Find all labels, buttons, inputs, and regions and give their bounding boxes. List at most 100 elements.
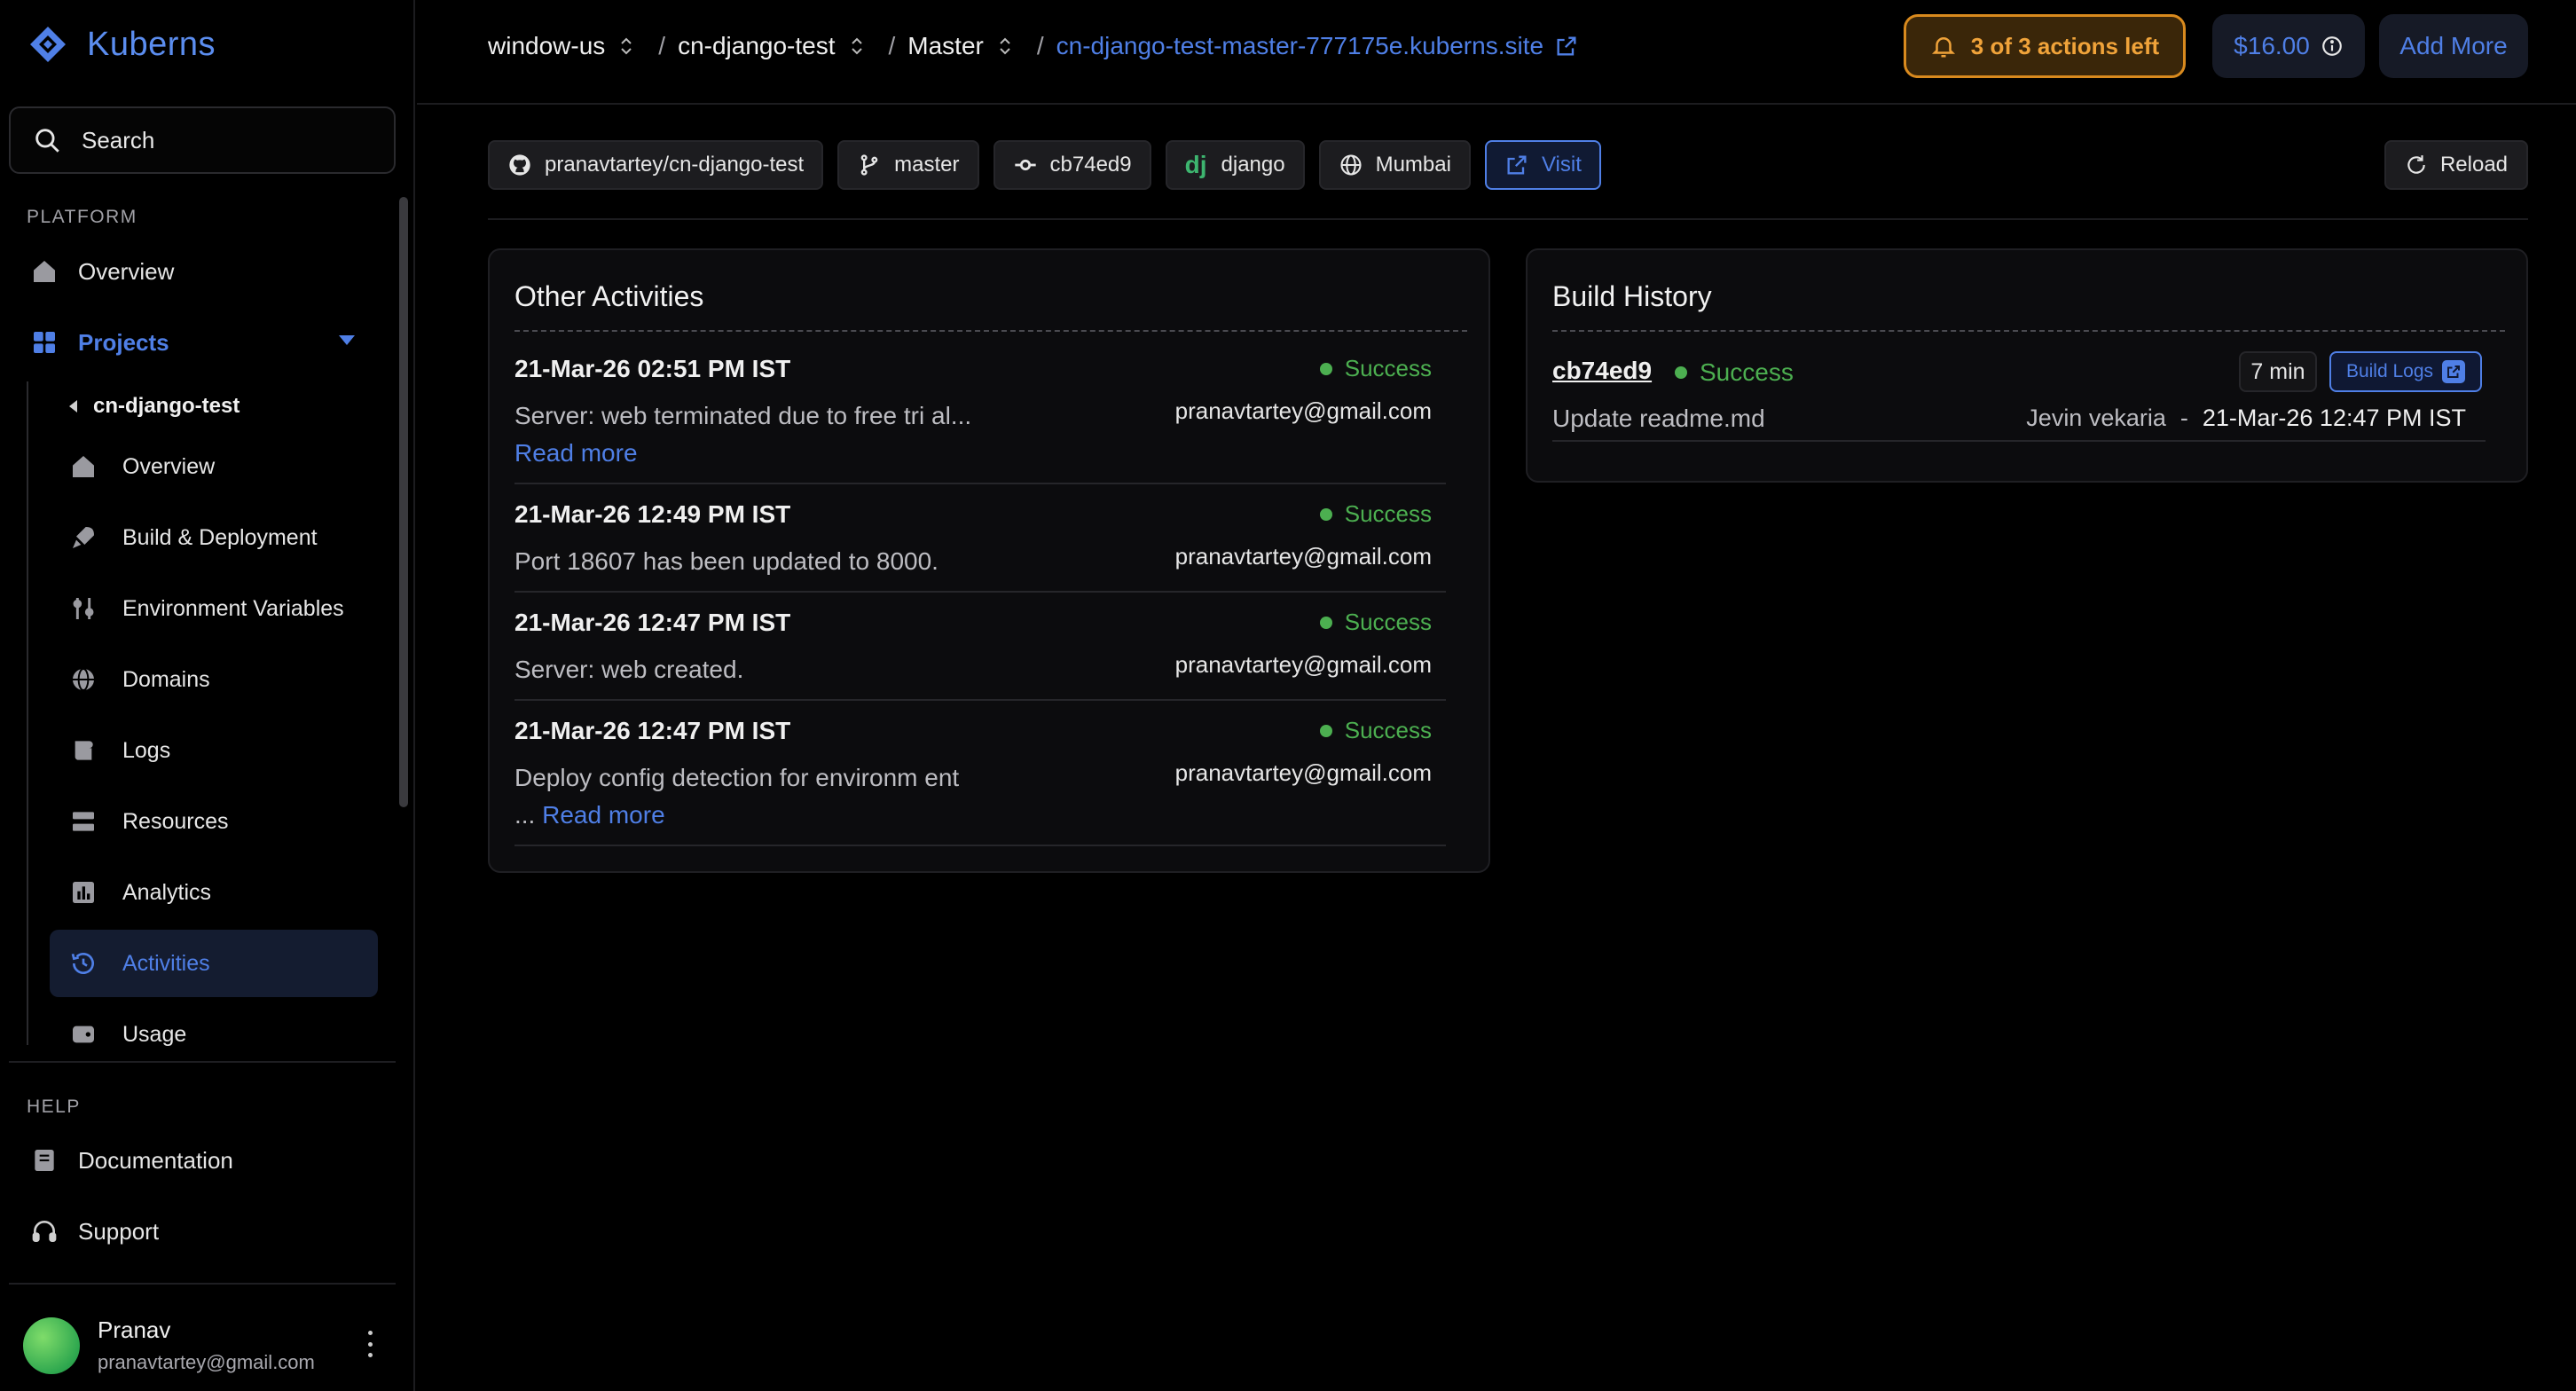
sidebar-item-label: Build & Deployment	[122, 524, 318, 550]
add-more-button[interactable]: Add More	[2379, 14, 2528, 78]
book-icon	[35, 1150, 54, 1171]
repo-chip[interactable]: pranavtartey/cn-django-test	[488, 140, 824, 190]
wallet-icon	[73, 1026, 94, 1043]
activity-date: 21-Mar-26 12:49 PM IST	[514, 500, 791, 528]
actions-left-label: 3 of 3 actions left	[1970, 32, 2160, 59]
user-profile[interactable]: Pranav pranavtartey@gmail.com	[23, 1316, 315, 1374]
django-icon: dj	[1184, 151, 1207, 178]
sidebar-item-domains[interactable]: Domains	[67, 664, 210, 696]
brand[interactable]: Kuberns	[28, 25, 216, 64]
activity-item: 21-Mar-26 12:47 PM IST Server: web creat…	[514, 609, 1446, 701]
sidebar-item-label: Overview	[122, 453, 216, 479]
sidebar-item-label: Usage	[122, 1021, 187, 1047]
breadcrumb-project[interactable]: cn-django-test	[678, 32, 863, 60]
read-more-link[interactable]: Read more	[514, 439, 638, 467]
sidebar-item-build-deployment[interactable]: Build & Deployment	[67, 522, 318, 554]
other-activities-card: Other Activities 21-Mar-26 02:51 PM IST …	[488, 248, 1490, 873]
credit-amount: $16.00	[2234, 32, 2310, 59]
build-commit-link[interactable]: cb74ed9	[1552, 357, 1652, 385]
chevron-down-icon[interactable]	[339, 335, 355, 345]
sidebar-item-label: Support	[78, 1217, 160, 1245]
credit-balance[interactable]: $16.00	[2212, 14, 2365, 78]
commit-label: cb74ed9	[1049, 153, 1132, 177]
visit-label: Visit	[1541, 153, 1582, 177]
divider	[9, 1061, 396, 1063]
logs-icon	[75, 741, 93, 760]
breadcrumb-workspace[interactable]: window-us	[488, 32, 633, 60]
build-logs-button[interactable]: Build Logs	[2329, 351, 2482, 392]
branch-label: master	[894, 153, 960, 177]
search-input[interactable]: Search	[9, 106, 396, 174]
chevron-left-icon	[69, 400, 77, 413]
chevrons-up-down-icon	[1000, 37, 1010, 55]
sidebar-item-projects[interactable]: Projects	[28, 326, 169, 358]
external-link-icon	[1557, 36, 1576, 56]
grid-icon	[34, 332, 55, 353]
branch-chip[interactable]: master	[837, 140, 979, 190]
breadcrumb-separator: /	[888, 32, 896, 59]
commit-chip[interactable]: cb74ed9	[993, 140, 1151, 190]
activity-date: 21-Mar-26 12:47 PM IST	[514, 609, 791, 636]
git-commit-icon	[1014, 159, 1036, 171]
divider	[9, 1283, 396, 1285]
globe-icon	[1340, 154, 1362, 176]
sidebar-item-support[interactable]: Support	[28, 1215, 159, 1247]
avatar	[23, 1316, 80, 1374]
sidebar-item-project-overview[interactable]: Overview	[67, 451, 215, 483]
breadcrumb-label: window-us	[488, 32, 606, 59]
framework-chip[interactable]: dj django	[1165, 140, 1305, 190]
sidebar-item-analytics[interactable]: Analytics	[67, 876, 211, 908]
sidebar-item-documentation[interactable]: Documentation	[28, 1144, 233, 1176]
tree-line	[27, 381, 28, 1045]
sidebar-scrollbar[interactable]	[399, 197, 408, 807]
reload-button[interactable]: Reload	[2384, 140, 2528, 190]
status-dot	[1319, 507, 1332, 521]
breadcrumb-environment[interactable]: Master	[907, 32, 1012, 60]
sidebar-item-overview[interactable]: Overview	[28, 255, 174, 287]
site-link-label: cn-django-test-master-777175e.kuberns.si…	[1056, 32, 1544, 59]
sidebar-item-usage[interactable]: Usage	[67, 1018, 186, 1050]
git-branch-icon	[860, 154, 878, 176]
activity-description: Server: web created.	[514, 656, 744, 683]
sidebar-item-resources[interactable]: Resources	[67, 806, 229, 837]
breadcrumb-label: cn-django-test	[678, 32, 836, 59]
breadcrumb: window-us / cn-django-test / Master / cn…	[488, 27, 1579, 66]
build-history-card: Build History cb74ed9 Success 7 min Buil…	[1526, 248, 2528, 483]
sidebar-item-env-variables[interactable]: Environment Variables	[67, 593, 344, 625]
bell-icon	[1931, 37, 1955, 58]
deployment-info-chips: pranavtartey/cn-django-test master cb74e…	[488, 140, 1615, 190]
info-icon	[2321, 36, 2342, 56]
server-icon	[73, 812, 94, 831]
status-dot	[1675, 366, 1687, 379]
status-badge: Success	[1319, 717, 1432, 744]
status-dot	[1319, 724, 1332, 737]
visit-button[interactable]: Visit	[1484, 140, 1601, 190]
activity-user-email: pranavtartey@gmail.com	[1174, 397, 1432, 424]
headphones-icon	[32, 1221, 57, 1242]
status-badge: Success	[1319, 355, 1432, 382]
region-chip[interactable]: Mumbai	[1318, 140, 1471, 190]
platform-section-title: PLATFORM	[27, 207, 137, 227]
actions-left-badge[interactable]: 3 of 3 actions left	[1904, 14, 2186, 78]
repo-label: pranavtartey/cn-django-test	[545, 153, 805, 177]
build-logs-label: Build Logs	[2345, 361, 2434, 381]
chevrons-up-down-icon	[621, 37, 632, 55]
sidebar-item-activities[interactable]: Activities	[67, 947, 210, 979]
sidebar: Kuberns Search PLATFORM Overview Project…	[0, 0, 415, 1391]
sidebar-item-label: Overview	[78, 257, 175, 285]
more-vertical-icon[interactable]	[365, 1331, 374, 1357]
sidebar-item-logs[interactable]: Logs	[67, 735, 170, 766]
breadcrumb-separator: /	[658, 32, 666, 59]
sidebar-item-label: Environment Variables	[122, 595, 344, 621]
read-more-link[interactable]: Read more	[542, 801, 665, 829]
project-tree-header[interactable]: cn-django-test	[69, 394, 240, 419]
search-placeholder: Search	[82, 126, 155, 153]
status-badge: Success	[1675, 358, 1794, 387]
refresh-icon	[2407, 155, 2425, 174]
globe-icon	[73, 668, 94, 691]
sidebar-item-label: Logs	[122, 737, 171, 763]
github-icon	[509, 154, 530, 176]
activity-date: 21-Mar-26 02:51 PM IST	[514, 355, 791, 382]
card-title: Other Activities	[514, 280, 704, 312]
site-link[interactable]: cn-django-test-master-777175e.kuberns.si…	[1056, 32, 1579, 60]
